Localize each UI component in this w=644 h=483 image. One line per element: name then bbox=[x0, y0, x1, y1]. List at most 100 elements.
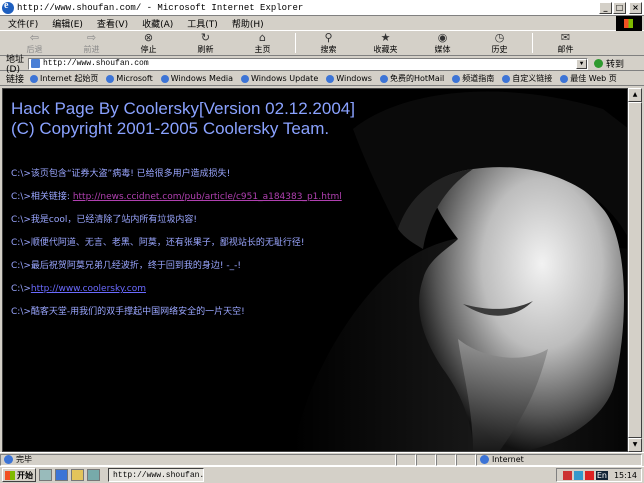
task-label: http://www.shoufan.... bbox=[113, 470, 204, 480]
menu-help[interactable]: 帮助(H) bbox=[232, 17, 264, 30]
message-text: 该页包含“证券大盗”病毒! 已给很多用户造成损失! bbox=[30, 169, 231, 179]
home-icon: ⌂ bbox=[259, 31, 266, 44]
ie-quicklaunch-icon[interactable] bbox=[55, 469, 68, 481]
media-icon: ◉ bbox=[437, 31, 448, 44]
forward-label: 前进 bbox=[83, 45, 100, 54]
forward-arrow-icon: ⇨ bbox=[86, 31, 97, 44]
link-text: Windows bbox=[336, 74, 372, 83]
refresh-button[interactable]: ↻ 刷新 bbox=[177, 31, 234, 55]
link-item[interactable]: Microsoft bbox=[106, 74, 153, 83]
status-text: 完毕 bbox=[16, 455, 32, 464]
taskbar-ie-button[interactable]: http://www.shoufan.... bbox=[108, 468, 204, 482]
link-text: Windows Media bbox=[170, 74, 234, 83]
page-content: Hack Page By Coolersky[Version 02.12.200… bbox=[11, 99, 431, 324]
menu-view[interactable]: 查看(V) bbox=[97, 17, 128, 30]
menu-edit[interactable]: 编辑(E) bbox=[52, 17, 83, 30]
links-label: 链接 bbox=[6, 75, 25, 85]
ie-link-icon bbox=[560, 74, 569, 83]
language-indicator[interactable]: En bbox=[595, 470, 608, 480]
home-button[interactable]: ⌂ 主页 bbox=[234, 31, 291, 55]
menu-tools[interactable]: 工具(T) bbox=[187, 17, 218, 30]
close-button[interactable]: × bbox=[629, 2, 642, 14]
menu-favorites[interactable]: 收藏(A) bbox=[142, 17, 173, 30]
media-button[interactable]: ◉ 媒体 bbox=[414, 31, 471, 55]
page-heading: Hack Page By Coolersky[Version 02.12.200… bbox=[11, 99, 355, 118]
ie-icon bbox=[2, 0, 14, 14]
link-text: 频道指南 bbox=[462, 74, 495, 83]
related-article-link[interactable]: http://news.ccidnet.com/pub/article/c951… bbox=[73, 192, 342, 202]
mail-icon: ✉ bbox=[560, 31, 571, 44]
message-text: 顺便代阿道、无言、老黑、阿莫，还有张果子，鄙视站长的无耻行径! bbox=[30, 238, 305, 248]
link-item[interactable]: 自定义链接 bbox=[502, 73, 552, 84]
stop-button[interactable]: ⊗ 停止 bbox=[120, 31, 177, 55]
link-item[interactable]: Windows Media bbox=[160, 74, 234, 83]
page-icon bbox=[31, 59, 40, 68]
antivirus-tray-icon[interactable] bbox=[562, 470, 572, 480]
stop-icon: ⊗ bbox=[143, 31, 154, 44]
link-text: 最佳 Web 页 bbox=[570, 74, 617, 83]
caption-buttons: _ □ × bbox=[599, 2, 642, 14]
message-text: 我是cool，已经清除了站内所有垃圾内容! bbox=[30, 215, 197, 225]
mail-button[interactable]: ✉ 邮件 bbox=[537, 31, 594, 55]
message-line: C:\>http://www.coolersky.com bbox=[11, 278, 431, 301]
kingsoft-tray-icon[interactable] bbox=[584, 470, 594, 480]
page-viewport[interactable]: Hack Page By Coolersky[Version 02.12.200… bbox=[2, 88, 628, 452]
link-text: 免费的HotMail bbox=[389, 74, 445, 83]
maximize-button[interactable]: □ bbox=[613, 2, 626, 14]
coolersky-link[interactable]: http://www.coolersky.com bbox=[31, 284, 146, 294]
media-quicklaunch-icon[interactable] bbox=[87, 469, 100, 481]
message-line: C:\>酷客天堂-用我们的双手撑起中国网络安全的一片天空! bbox=[11, 301, 431, 324]
ie-link-icon bbox=[241, 74, 250, 83]
go-arrow-icon bbox=[594, 59, 603, 68]
zone-panel: Internet bbox=[476, 453, 642, 466]
message-line: C:\>该页包含“证券大盗”病毒! 已给很多用户造成损失! bbox=[11, 163, 431, 186]
message-lines: C:\>该页包含“证券大盗”病毒! 已给很多用户造成损失! C:\>相关链接: … bbox=[11, 163, 431, 324]
address-dropdown-button[interactable]: ▼ bbox=[576, 58, 587, 69]
history-icon: ◷ bbox=[494, 31, 505, 44]
outlook-quicklaunch-icon[interactable] bbox=[71, 469, 84, 481]
taskbar: 开始 http://www.shoufan.... En 15:14 bbox=[0, 466, 644, 483]
toolbar: ⇦ 后退 ⇨ 前进 ⊗ 停止 ↻ 刷新 ⌂ 主页 ⚲ 搜索 ★ 收藏夹 ◉ 媒体 ◷ 历史 ✉ 邮件 bbox=[0, 32, 644, 56]
history-button[interactable]: ◷ 历史 bbox=[471, 31, 528, 55]
link-item[interactable]: 最佳 Web 页 bbox=[560, 73, 617, 84]
link-item[interactable]: Internet 起始页 bbox=[30, 73, 98, 84]
forward-button[interactable]: ⇨ 前进 bbox=[63, 31, 120, 55]
vertical-scrollbar[interactable]: ▲ ▼ bbox=[628, 88, 642, 452]
scroll-up-button[interactable]: ▲ bbox=[628, 88, 642, 102]
address-input[interactable]: http://www.shoufan.com ▼ bbox=[28, 57, 588, 70]
prompt-prefix: C:\> bbox=[11, 284, 31, 294]
minimize-button[interactable]: _ bbox=[599, 2, 612, 14]
show-desktop-icon[interactable] bbox=[39, 469, 52, 481]
clock[interactable]: 15:14 bbox=[614, 471, 637, 480]
prompt-prefix: C:\> bbox=[11, 261, 31, 271]
favorites-button[interactable]: ★ 收藏夹 bbox=[357, 31, 414, 55]
title-bar: http://www.shoufan.com/ - Microsoft Inte… bbox=[0, 0, 644, 16]
link-text: Microsoft bbox=[116, 74, 153, 83]
windows-logo-icon bbox=[616, 16, 642, 31]
window-title: http://www.shoufan.com/ - Microsoft Inte… bbox=[17, 2, 304, 13]
prompt-prefix: C:\> bbox=[11, 192, 31, 202]
start-label: 开始 bbox=[17, 470, 33, 480]
favorites-label: 收藏夹 bbox=[373, 45, 398, 54]
media-label: 媒体 bbox=[434, 45, 451, 54]
go-button[interactable]: 转到 bbox=[594, 57, 624, 70]
prompt-prefix: C:\> bbox=[11, 307, 31, 317]
search-button[interactable]: ⚲ 搜索 bbox=[300, 31, 357, 55]
link-text: Windows Update bbox=[251, 74, 319, 83]
link-text: 自定义链接 bbox=[512, 74, 553, 83]
link-item[interactable]: 免费的HotMail bbox=[379, 73, 445, 84]
status-panel bbox=[416, 453, 436, 466]
menu-bar: 文件(F) 编辑(E) 查看(V) 收藏(A) 工具(T) 帮助(H) bbox=[0, 16, 644, 31]
scroll-down-button[interactable]: ▼ bbox=[628, 438, 642, 452]
home-label: 主页 bbox=[254, 45, 271, 54]
link-item[interactable]: Windows bbox=[326, 74, 372, 83]
link-item[interactable]: Windows Update bbox=[241, 74, 318, 83]
network-tray-icon[interactable] bbox=[573, 470, 583, 480]
status-text-panel: 完毕 bbox=[0, 453, 396, 466]
refresh-icon: ↻ bbox=[200, 31, 211, 44]
start-button[interactable]: 开始 bbox=[2, 468, 36, 482]
menu-file[interactable]: 文件(F) bbox=[8, 17, 38, 30]
scroll-thumb[interactable] bbox=[628, 102, 642, 438]
link-item[interactable]: 频道指南 bbox=[452, 73, 494, 84]
message-text: 最后祝贺阿莫兄弟几经波折，终于回到我的身边! -_-! bbox=[30, 261, 241, 271]
